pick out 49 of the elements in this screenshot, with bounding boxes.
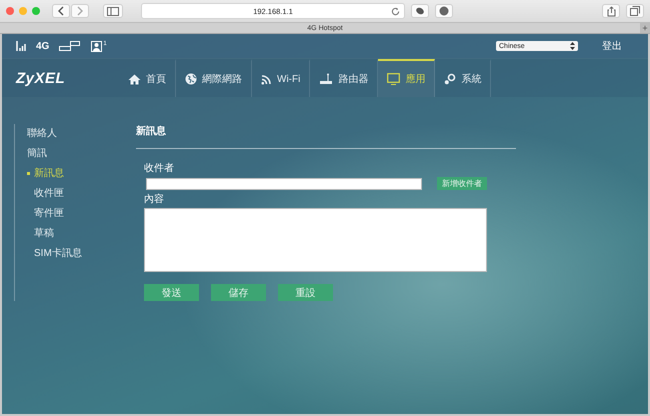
circle-icon <box>439 6 449 16</box>
devices-icon <box>59 40 82 52</box>
sidebar-item[interactable]: 收件匣 <box>27 187 123 199</box>
nav-tab[interactable]: 系統 <box>435 59 492 97</box>
user-icon <box>91 40 102 52</box>
signal-icon <box>16 40 26 52</box>
add-recipient-button[interactable]: 新增收件者 <box>437 177 487 190</box>
chevron-left-icon <box>57 6 65 16</box>
gears-icon <box>444 73 456 85</box>
sidebar-icon <box>107 6 119 16</box>
wifi-icon <box>261 74 272 84</box>
nav-tab[interactable]: 路由器 <box>310 59 378 97</box>
sidebar-item[interactable]: 聯絡人 <box>27 127 123 139</box>
sidebar-item[interactable]: 草稿 <box>27 227 123 239</box>
share-button[interactable] <box>602 4 620 18</box>
back-button[interactable] <box>52 4 70 18</box>
logout-link[interactable]: 登出 <box>602 39 622 53</box>
action-button[interactable]: 重設 <box>278 284 333 301</box>
sidebar-item[interactable]: 簡訊 <box>27 147 123 159</box>
globe-icon <box>185 73 197 85</box>
logo: ZyXEL <box>16 70 66 86</box>
tabs-icon <box>630 6 640 16</box>
adblock-button[interactable] <box>435 4 453 18</box>
share-icon <box>606 6 616 16</box>
nav-tab[interactable]: 首頁 <box>119 59 176 97</box>
reload-icon[interactable] <box>391 7 400 16</box>
chevron-right-icon <box>76 6 84 16</box>
home-icon <box>128 74 141 84</box>
tabs-button[interactable] <box>626 4 644 18</box>
nav-tab[interactable]: 應用 <box>378 59 436 97</box>
recipient-field[interactable] <box>146 178 422 190</box>
nav-tab[interactable]: 網際網路 <box>176 59 252 97</box>
sidebar-item[interactable]: 新訊息 <box>27 167 123 179</box>
sidebar-item[interactable]: 寄件匣 <box>27 207 123 219</box>
sidebar-button[interactable] <box>103 4 123 18</box>
monitor-icon <box>387 73 400 85</box>
new-tab-button[interactable]: + <box>640 23 650 33</box>
field-label: 內容 <box>144 192 165 206</box>
field-label: 收件者 <box>144 162 175 175</box>
router-icon <box>319 73 334 85</box>
action-button[interactable]: 發送 <box>144 284 199 301</box>
updown-arrows-icon <box>570 42 575 50</box>
nav-tab[interactable]: Wi-Fi <box>252 59 310 97</box>
extension-button[interactable] <box>411 4 429 18</box>
page-title: 新訊息 <box>136 124 516 149</box>
content-field[interactable] <box>144 208 487 272</box>
sidebar-item[interactable]: SIM卡訊息 <box>27 247 123 259</box>
network-type: 4G <box>36 40 50 52</box>
action-button[interactable]: 儲存 <box>211 284 266 301</box>
